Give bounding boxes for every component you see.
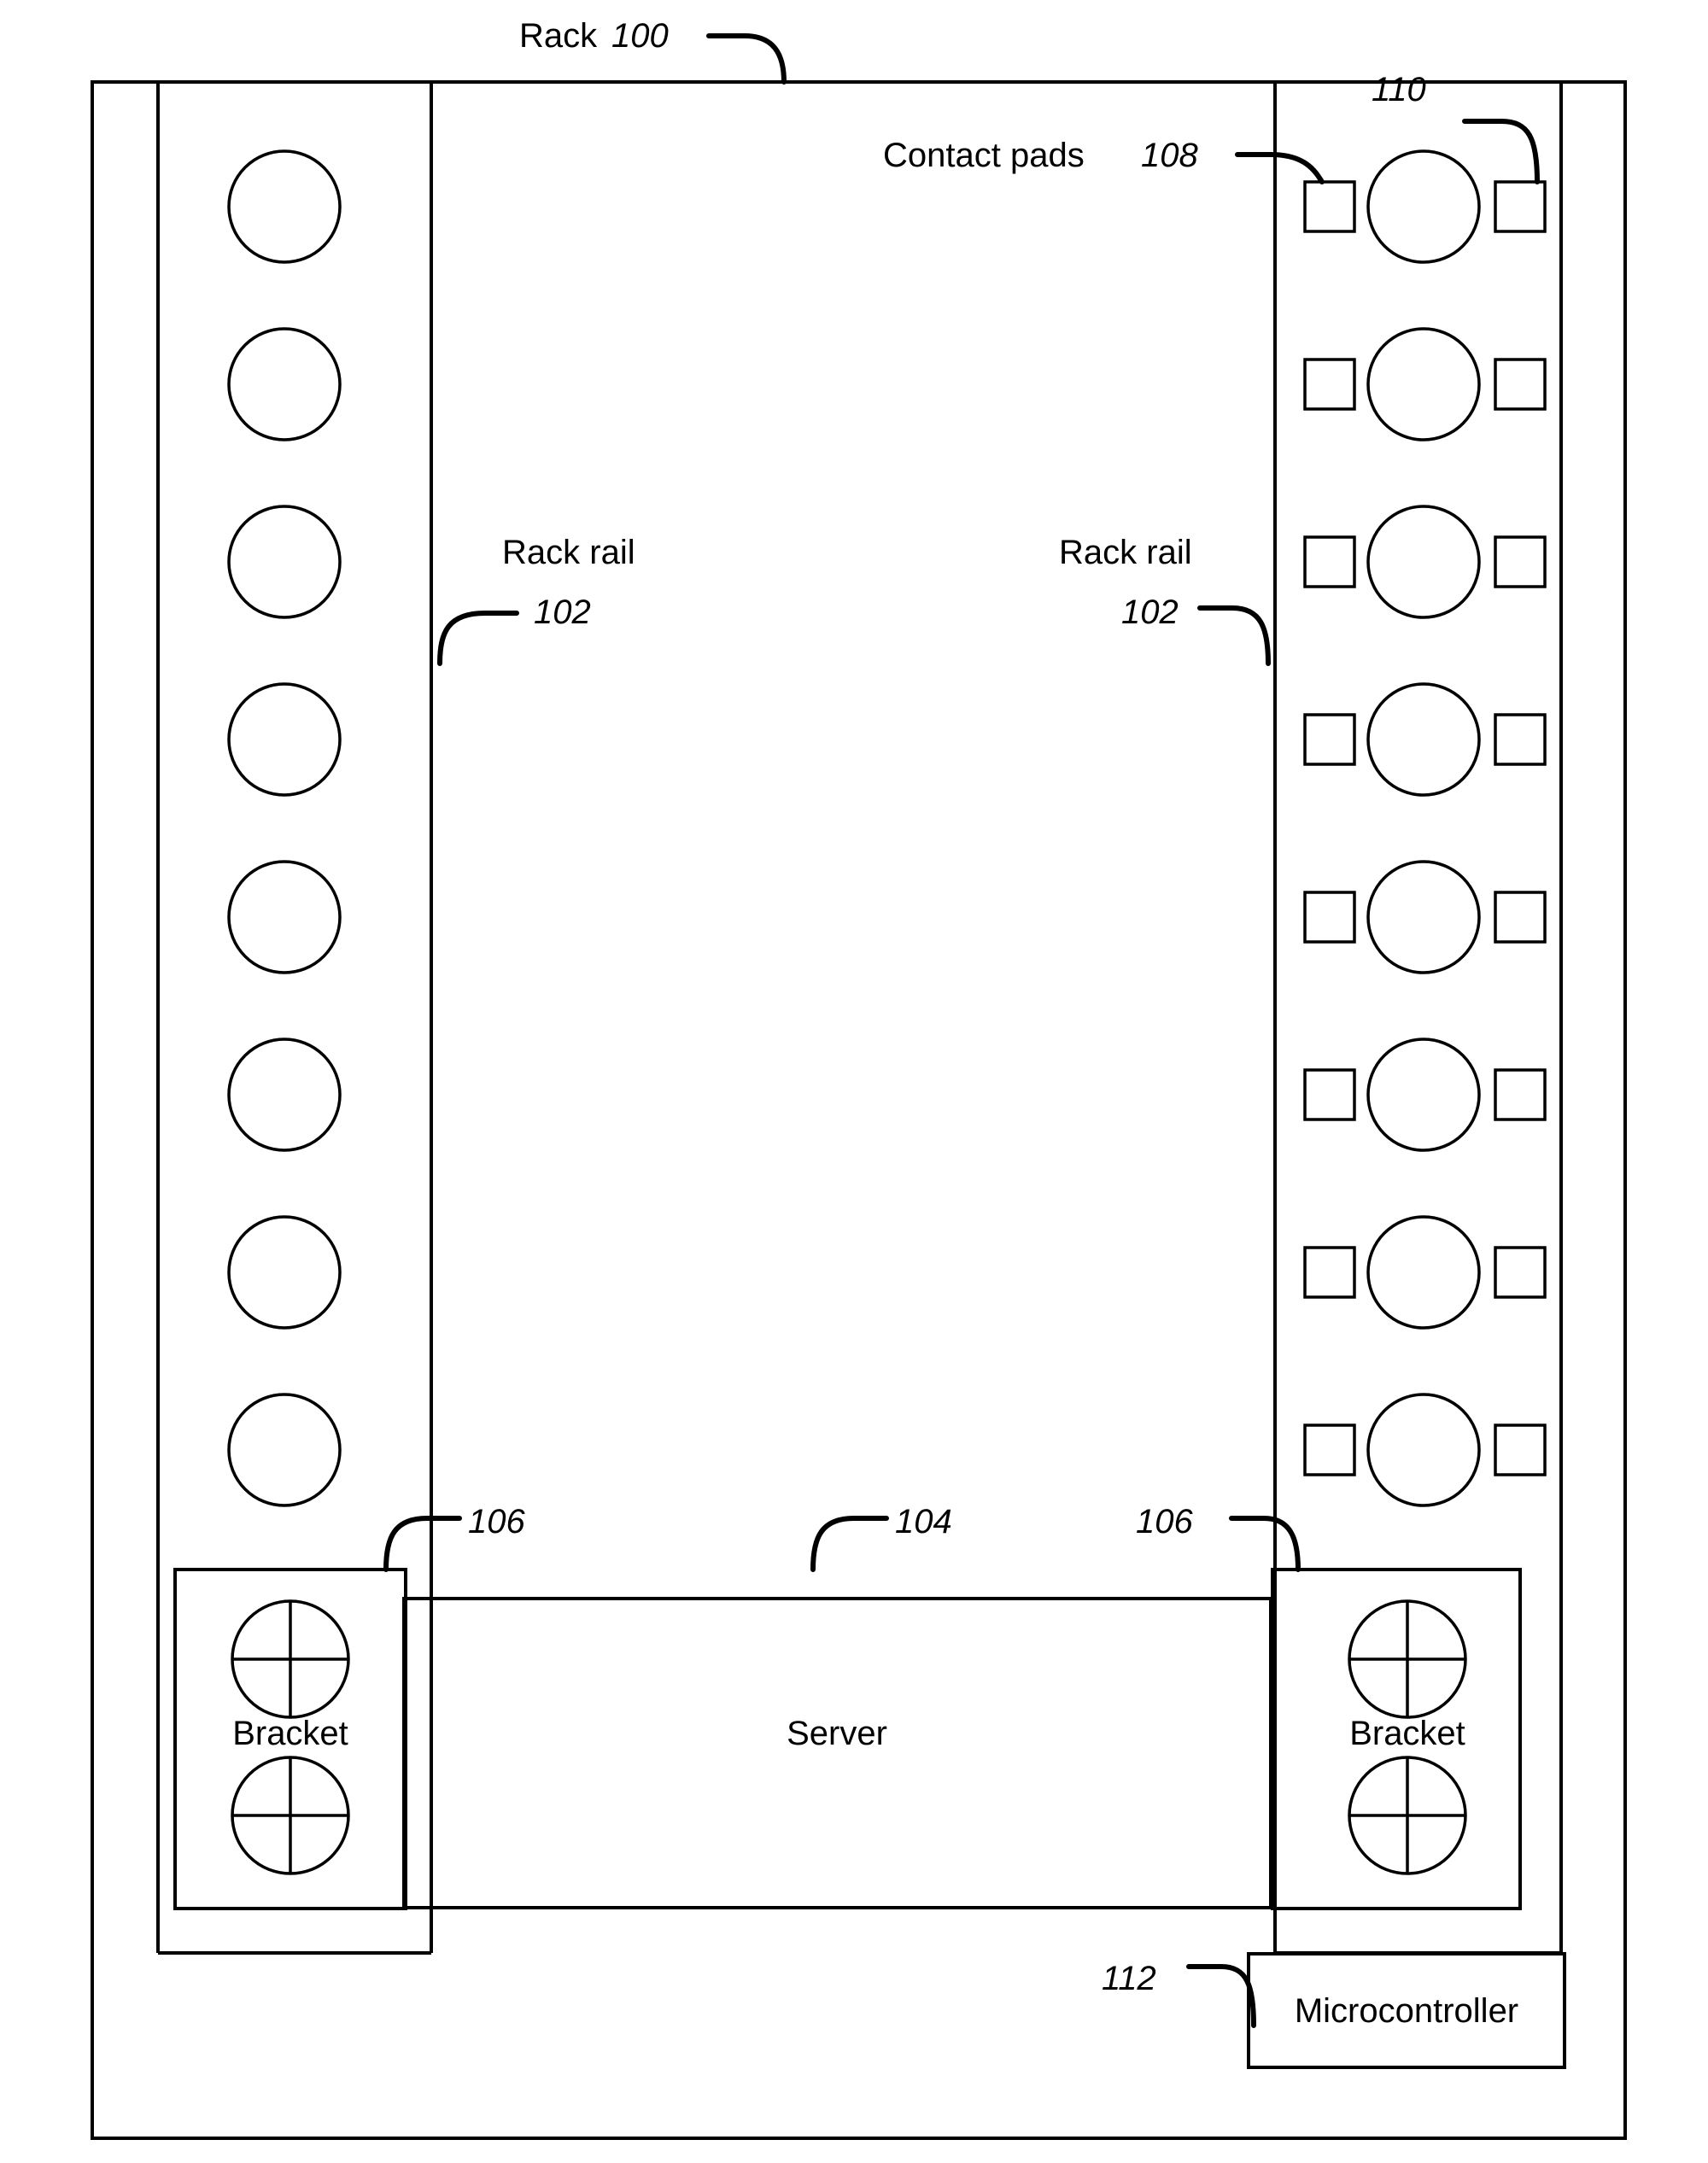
contact-pad-right (1494, 891, 1547, 944)
bracket-left-ref-leader-line (383, 1516, 462, 1572)
contact-pad-right (1494, 713, 1547, 766)
rack-rail-right-label-ref: 102 (1121, 593, 1179, 631)
rack-rail-right-leader-line (1197, 605, 1271, 666)
contact-pad-right (1494, 1246, 1547, 1299)
rail-right-hole (1366, 327, 1481, 441)
rail-right-hole (1366, 505, 1481, 619)
rail-right-hole (1366, 1393, 1481, 1507)
patent-figure-root: Rack 100 Contact pads 108 110 Rack rail … (0, 0, 1708, 2163)
rack-title-leader-line (706, 33, 787, 85)
bracket-left-ref-text: 106 (468, 1503, 525, 1540)
bracket-right: Bracket (1271, 1568, 1522, 1910)
rack-title-ref: 100 (611, 17, 669, 55)
contact-pad-left (1303, 891, 1356, 944)
rack-rail-left (156, 82, 433, 1955)
server-ref-group: 104 (810, 1503, 952, 1572)
pad-ref-110-leader-line (1462, 119, 1540, 184)
contact-pad-left (1303, 1423, 1356, 1476)
microcontroller-label: Microcontroller (1295, 1992, 1518, 2030)
rack-rail-right-label-text: Rack rail (1059, 534, 1192, 571)
contact-pads-leader-line (1235, 152, 1325, 184)
contact-pads-label-text: Contact pads (883, 137, 1085, 174)
rail-left-hole (227, 327, 342, 441)
rack-rail-right-label-group: Rack rail 102 (1059, 534, 1271, 666)
contact-pad-left (1303, 358, 1356, 411)
rail-left-hole (227, 505, 342, 619)
pad-ref-110-group: 110 (1372, 71, 1540, 184)
rail-left-hole (227, 149, 342, 264)
rail-left-hole (227, 860, 342, 974)
rack-rail-left-label-ref: 102 (534, 593, 591, 631)
pad-ref-110-text: 110 (1372, 71, 1426, 108)
server-body (402, 1597, 1272, 1909)
rack-rail-right (1273, 82, 1563, 1955)
bracket-right-label: Bracket (1349, 1715, 1465, 1752)
contact-pads-label-ref: 108 (1141, 137, 1198, 174)
contact-pad-right (1494, 1423, 1547, 1476)
rail-right-hole (1366, 149, 1481, 264)
server-unit: Server (402, 1597, 1272, 1909)
bracket-left: Bracket (173, 1568, 407, 1910)
rack-diagram-svg: Rack 100 Contact pads 108 110 Rack rail … (91, 17, 1627, 2140)
rail-left-hole (227, 1038, 342, 1152)
rack-title-text: Rack (519, 17, 598, 55)
contact-pad-right (1494, 358, 1547, 411)
contact-pad-left (1303, 535, 1356, 588)
contact-pads-label-group: Contact pads 108 (883, 137, 1325, 184)
bracket-left-label: Bracket (232, 1715, 348, 1752)
rail-right-hole (1366, 860, 1481, 974)
contact-pad-left (1303, 1068, 1356, 1121)
contact-pad-left (1303, 713, 1356, 766)
contact-pad-right (1494, 535, 1547, 588)
microcontroller-ref-group: 112 (1102, 1960, 1256, 2028)
server-ref-text: 104 (895, 1503, 952, 1540)
microcontroller-ref-leader-line (1186, 1964, 1256, 2028)
rail-left-hole (227, 682, 342, 797)
rail-right-hole (1366, 1038, 1481, 1152)
microcontroller-unit: Microcontroller (1247, 1952, 1566, 2069)
server-label: Server (787, 1715, 887, 1752)
server-ref-leader-line (810, 1516, 889, 1572)
rail-right-hole (1366, 1215, 1481, 1330)
bracket-right-ref-text: 106 (1136, 1503, 1193, 1540)
rack-rail-left-label-text: Rack rail (502, 534, 635, 571)
rail-left-hole (227, 1215, 342, 1330)
rail-left-hole (227, 1393, 342, 1507)
microcontroller-ref-text: 112 (1102, 1960, 1156, 1997)
rack-rail-left-leader-line (437, 611, 519, 666)
contact-pad-right (1494, 1068, 1547, 1121)
rack-title-group: Rack 100 (519, 17, 787, 85)
rack-outer-frame (91, 80, 1627, 2140)
rail-right-hole (1366, 682, 1481, 797)
rack-rail-left-label-group: Rack rail 102 (437, 534, 635, 666)
bracket-right-ref-leader-line (1229, 1516, 1301, 1572)
contact-pad-left (1303, 1246, 1356, 1299)
contact-pad-right (1494, 180, 1547, 233)
contact-pad-left (1303, 180, 1356, 233)
bracket-left-ref-group: 106 (383, 1503, 525, 1572)
